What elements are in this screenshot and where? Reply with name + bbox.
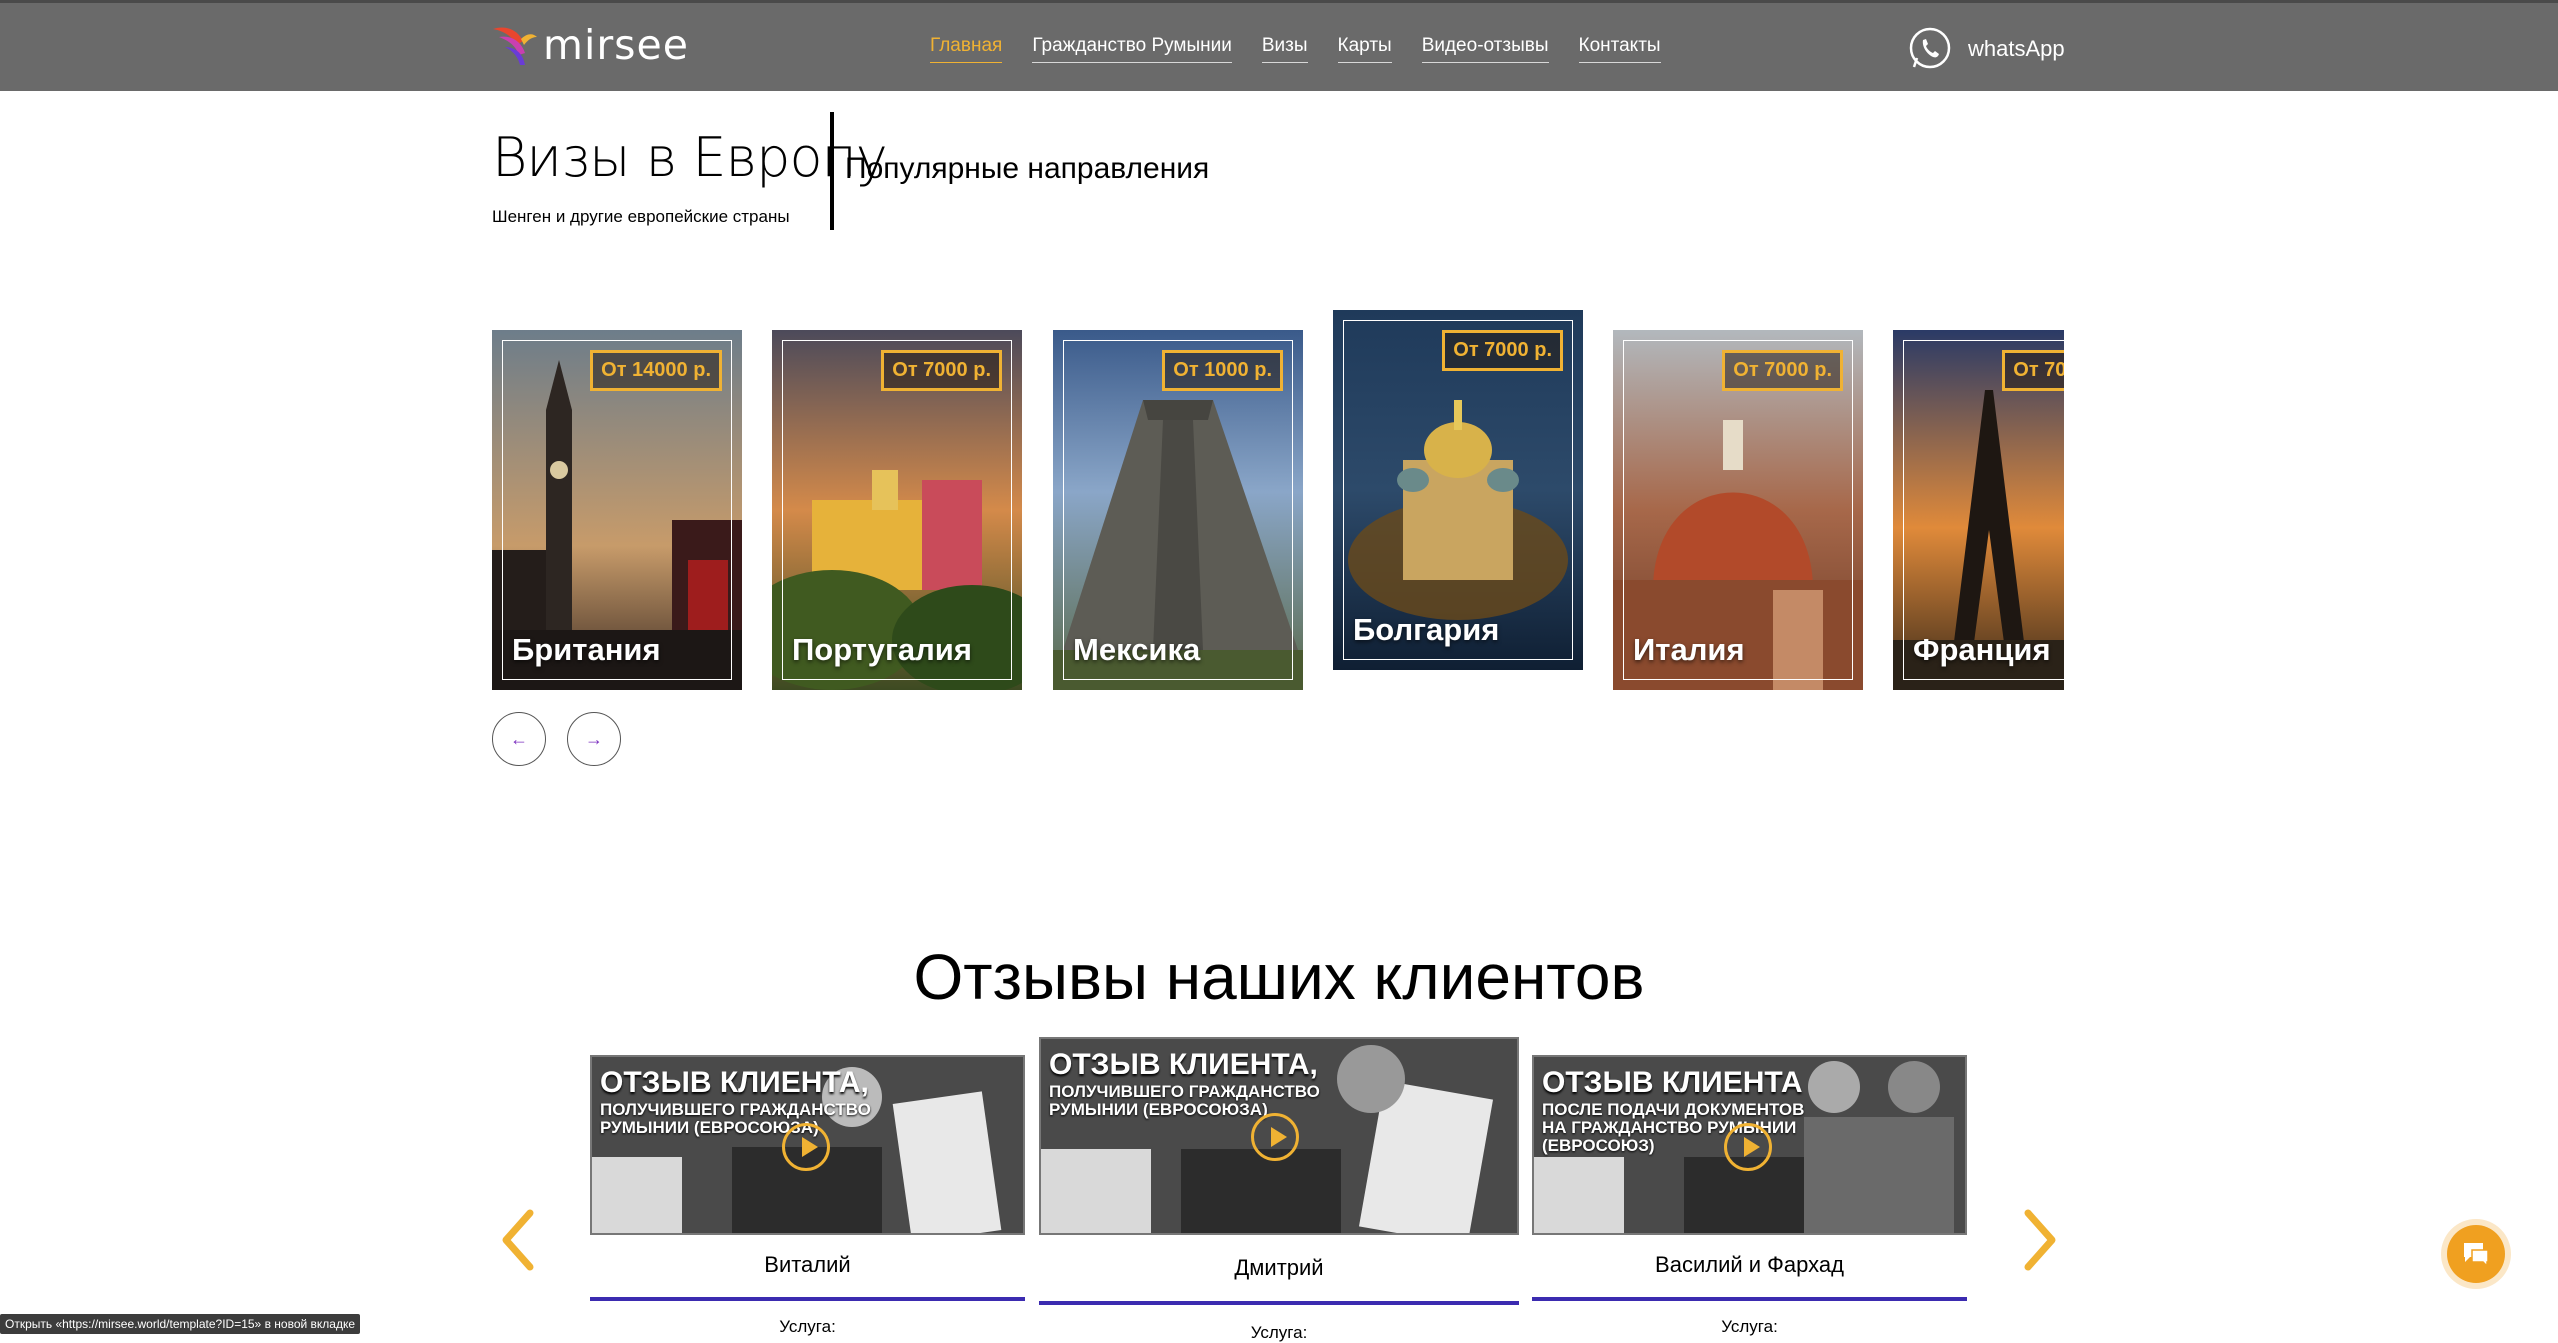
reviewer-name: Василий и Фархад	[1655, 1252, 1844, 1277]
review-divider	[1039, 1301, 1519, 1305]
service-label: Услуга:	[1721, 1317, 1778, 1336]
destination-carousel: От 14000 р. Британия От 7000 р. Португал…	[492, 300, 2064, 700]
card-frame	[782, 340, 1012, 680]
reviewer-name: Дмитрий	[1234, 1255, 1324, 1280]
thumbnail-title: ОТЗЫВ КЛИЕНТА	[1542, 1066, 1803, 1099]
destination-card-france[interactable]: От 7000 р. Франция	[1893, 330, 2064, 690]
top-navigation-bar: mirsee Главная Гражданство Румынии Визы …	[0, 0, 2558, 91]
play-icon[interactable]	[1724, 1123, 1772, 1171]
destination-card-britain[interactable]: От 14000 р. Британия	[492, 330, 742, 690]
review-divider	[1532, 1297, 1967, 1301]
nav-item-home[interactable]: Главная	[930, 35, 1003, 63]
destination-name: Франция	[1913, 632, 2051, 667]
visas-title: Визы в Европу	[492, 126, 888, 189]
price-badge: От 1000 р.	[1162, 350, 1283, 391]
arrow-left-icon: ←	[510, 728, 528, 749]
visas-subtitle: Шенген и другие европейские страны	[492, 207, 790, 226]
video-thumbnail[interactable]: ОТЗЫВ КЛИЕНТА ПОСЛЕ ПОДАЧИ ДОКУМЕНТОВ НА…	[1532, 1055, 1967, 1235]
whatsapp-label: whatsApp	[1968, 36, 2065, 61]
thumbnail-title: ОТЗЫВ КЛИЕНТА,	[1049, 1048, 1318, 1081]
title-divider	[830, 112, 834, 230]
chat-bubble-icon	[2464, 1243, 2489, 1268]
review-card-vitaly: ОТЗЫВ КЛИЕНТА, ПОЛУЧИВШЕГО ГРАЖДАНСТВО Р…	[590, 1055, 1025, 1338]
site-logo[interactable]: mirsee	[491, 15, 689, 75]
destination-card-mexico[interactable]: От 1000 р. Мексика	[1053, 330, 1303, 690]
nav-item-cards[interactable]: Карты	[1337, 35, 1392, 63]
reviewer-name: Виталий	[764, 1252, 851, 1277]
destination-name: Британия	[512, 632, 661, 667]
carousel-prev-button[interactable]: ←	[492, 712, 546, 766]
nav-item-visas[interactable]: Визы	[1261, 35, 1308, 63]
reviews-prev-arrow-icon[interactable]	[498, 1205, 538, 1275]
thumbnail-subtitle: ПОСЛЕ ПОДАЧИ ДОКУМЕНТОВ НА ГРАЖДАНСТВО Р…	[1542, 1100, 1805, 1155]
popular-destinations-heading: Популярные направления	[845, 152, 1210, 185]
destination-card-portugal[interactable]: От 7000 р. Португалия	[772, 330, 1022, 690]
thumbnail-subtitle: ПОЛУЧИВШЕГО ГРАЖДАНСТВО РУМЫНИИ (ЕВРОСОЮ…	[1049, 1082, 1320, 1119]
main-nav: Главная Гражданство Румынии Визы Карты В…	[930, 35, 1691, 63]
nav-item-contacts[interactable]: Контакты	[1578, 35, 1661, 63]
review-card-vasily-farhad: ОТЗЫВ КЛИЕНТА ПОСЛЕ ПОДАЧИ ДОКУМЕНТОВ НА…	[1532, 1055, 1967, 1338]
price-badge: От 7000 р.	[2002, 350, 2064, 391]
destination-card-bulgaria[interactable]: От 7000 р. Болгария	[1333, 310, 1583, 670]
review-card-dmitry: ОТЗЫВ КЛИЕНТА, ПОЛУЧИВШЕГО ГРАЖДАНСТВО Р…	[1039, 1037, 1519, 1342]
play-icon[interactable]	[782, 1123, 830, 1171]
price-badge: От 7000 р.	[881, 350, 1002, 391]
carousel-next-button[interactable]: →	[567, 712, 621, 766]
card-frame	[1623, 340, 1853, 680]
review-divider	[590, 1297, 1025, 1301]
whatsapp-link[interactable]: whatsApp	[1906, 25, 2065, 73]
destination-name: Италия	[1633, 632, 1745, 667]
card-frame	[1063, 340, 1293, 680]
price-badge: От 14000 р.	[590, 350, 722, 391]
video-thumbnail[interactable]: ОТЗЫВ КЛИЕНТА, ПОЛУЧИВШЕГО ГРАЖДАНСТВО Р…	[1039, 1037, 1519, 1235]
logo-text: mirsee	[543, 21, 689, 69]
reviews-next-arrow-icon[interactable]	[2020, 1205, 2060, 1275]
destination-card-italy[interactable]: От 7000 р. Италия	[1613, 330, 1863, 690]
chat-widget-button[interactable]	[2447, 1225, 2505, 1283]
thumbnail-title: ОТЗЫВ КЛИЕНТА,	[600, 1066, 869, 1099]
link-status-tooltip: Открыть «https://mirsee.world/template?I…	[0, 1314, 361, 1334]
play-icon[interactable]	[1251, 1113, 1299, 1161]
destination-name: Мексика	[1073, 632, 1201, 667]
service-label: Услуга:	[779, 1317, 836, 1336]
price-badge: От 7000 р.	[1442, 330, 1563, 371]
service-label: Услуга:	[1250, 1323, 1308, 1342]
price-badge: От 7000 р.	[1722, 350, 1843, 391]
bird-logo-icon	[493, 27, 537, 65]
arrow-right-icon: →	[585, 728, 603, 749]
video-thumbnail[interactable]: ОТЗЫВ КЛИЕНТА, ПОЛУЧИВШЕГО ГРАЖДАНСТВО Р…	[590, 1055, 1025, 1235]
nav-item-citizenship[interactable]: Гражданство Румынии	[1032, 35, 1232, 63]
whatsapp-icon	[1909, 27, 1951, 69]
destination-name: Португалия	[792, 632, 972, 667]
destination-name: Болгария	[1353, 612, 1500, 647]
card-frame	[1903, 340, 2064, 680]
card-frame	[1343, 320, 1573, 660]
card-frame	[502, 340, 732, 680]
reviews-title: Отзывы наших клиентов	[913, 941, 1645, 1013]
nav-item-video-reviews[interactable]: Видео-отзывы	[1421, 35, 1549, 63]
thumbnail-subtitle: ПОЛУЧИВШЕГО ГРАЖДАНСТВО РУМЫНИИ (ЕВРОСОЮ…	[600, 1100, 871, 1137]
